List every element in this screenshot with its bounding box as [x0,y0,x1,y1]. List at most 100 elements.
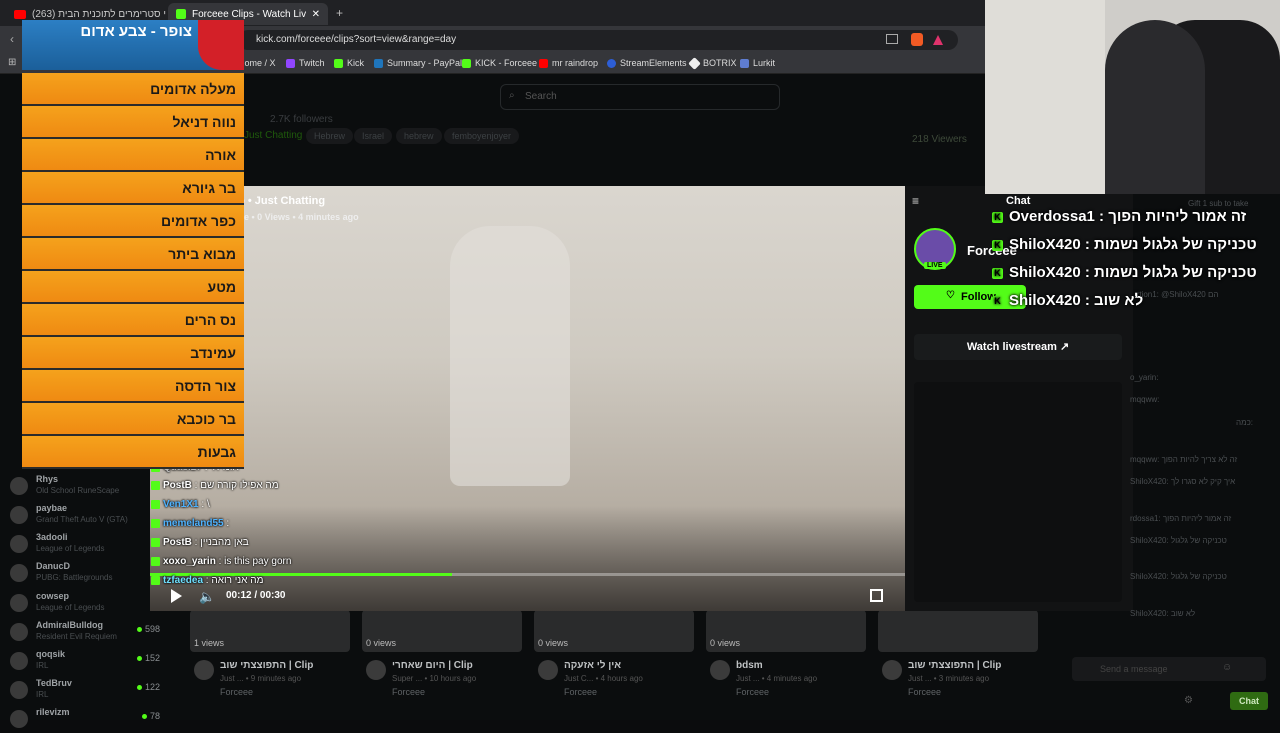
alert-city: מעלה אדומים [22,73,244,106]
share-icon[interactable] [886,34,898,44]
clip-card[interactable]: 1 views התפוצצתי שוב | Clip Just ... • 9 m… [190,610,350,715]
followers-count: 2.7K followers [270,114,333,125]
bookmark-mr-raindrop[interactable]: mr raindrop [539,58,598,68]
side-chat-line: mqqww: זה לא צריך להיות הפוך [1130,455,1238,464]
viewer-count: 218 Viewers [912,134,967,145]
alert-city: בר כוכבא [22,403,244,436]
alert-header: צופר - צבע אדום [22,20,244,70]
settings-gear-icon[interactable]: ⚙ [1184,695,1193,706]
chat-label: Chat [1006,195,1031,207]
player-chat-line: PostB : באן מהבניין [151,537,249,548]
alert-city: צור הדסה [22,370,244,403]
avatar [10,681,28,699]
alert-city: אורה [22,139,244,172]
alert-title: צופר - צבע אדום [80,23,192,40]
tag[interactable]: hebrew [396,128,442,144]
tag[interactable]: Israel [354,128,393,144]
clip-card[interactable]: 0 views bdsm Just ... • 4 minutes ago Force… [706,610,866,715]
player-chat-line: memeland55 : [151,518,229,529]
side-chat-line: ShiloX420: טכניקה של גלגול [1130,536,1227,545]
time-display: 00:12 / 00:30 [226,590,286,601]
avatar [10,652,28,670]
chat-message-input[interactable]: Send a message [1072,657,1266,681]
side-chat-line: כמה: [1236,418,1253,427]
followed-channel[interactable]: cowsep League of Legends [10,591,170,617]
player-chat-line: Ven1X1 : \ [151,499,210,510]
new-tab-button[interactable]: + [336,6,343,20]
alert-city: מבוא ביתר [22,238,244,271]
clip-description-area [914,382,1122,602]
kick-badge-icon: K [992,295,1003,307]
avatar [10,564,28,582]
play-icon[interactable] [171,589,182,603]
avatar [10,623,28,641]
alert-city: מטע [22,271,244,304]
back-arrow-icon[interactable]: ‹ [10,32,14,46]
bookmark-paypal[interactable]: Summary - PayPal [374,58,462,68]
followed-channel[interactable]: TedBruv IRL 122 [10,678,170,704]
followed-channel[interactable]: AdmiralBulldog Resident Evil Requiem 598 [10,620,170,646]
alert-city: גבעות [22,436,244,469]
avatar [10,594,28,612]
youtube-icon [14,9,26,19]
bookmark-streamelements[interactable]: StreamElements [607,58,687,68]
alert-city: נווה דניאל [22,106,244,139]
video-player[interactable] [150,186,905,611]
bookmark-twitch[interactable]: Twitch [286,58,325,68]
alert-city: בר גיורא [22,172,244,205]
kick-badge-icon [151,480,160,490]
category-link[interactable]: Just Chatting [244,130,302,141]
followed-channel[interactable]: 3adooli League of Legends [10,532,170,558]
brave-rewards-icon[interactable] [933,35,943,45]
followed-channel[interactable]: qoqsik IRL 152 [10,649,170,675]
emoji-icon[interactable]: ☺ [1222,662,1232,673]
gift-sub-prompt[interactable]: Gift 1 sub to take [1188,199,1248,208]
followed-channel[interactable]: rilevizm 78 [10,707,170,733]
alert-city: כפר אדומים [22,205,244,238]
side-chat-line: ShiloX420: איך קיק לא סגרו לך [1130,477,1236,486]
close-icon[interactable]: ✕ [312,9,320,20]
search-icon: ⌕ [509,90,515,101]
kick-icon [176,9,186,19]
clip-card[interactable]: 0 views היום שאחרי | Clip Super ... • 10 h… [362,610,522,715]
clip-card[interactable]: התפוצצתי שוב | Clip Just ... • 3 minutes … [878,610,1038,715]
avatar [194,660,214,680]
alert-city-list: מעלה אדומים נווה דניאל אורה בר גיורא כפר… [22,73,244,471]
kick-badge-icon: K [992,267,1003,279]
brave-shield-icon[interactable] [911,33,923,46]
tag[interactable]: femboyenjoyer [444,128,520,144]
side-chat-line: ShiloX420: טכניקה של גלגול [1130,572,1227,581]
webcam-overlay [985,0,1280,194]
avatar [366,660,386,680]
avatar [10,506,28,524]
tag[interactable]: Hebrew [306,128,354,144]
alert-city: עמינדב [22,337,244,370]
watch-livestream-button[interactable]: Watch livestream ↗ [914,334,1122,360]
send-chat-button[interactable]: Chat [1230,692,1268,710]
url-input[interactable]: kick.com/forceee/clips?sort=view&range=d… [238,30,958,50]
avatar [710,660,730,680]
clip-card[interactable]: 0 views אין לי אזעקה Just C... • 4 hours a… [534,610,694,715]
bookmark-kick[interactable]: Kick [334,58,364,68]
kick-badge-icon: K [992,211,1003,223]
player-chat-line: PostB : מה אפילו קורה שם [151,480,279,491]
avatar [10,477,28,495]
live-badge: LIVE [924,262,946,269]
heart-icon: ♡ [946,290,955,301]
bookmark-botrix[interactable]: BOTRIX [688,56,737,70]
kick-badge-icon [151,518,160,528]
volume-icon[interactable]: 🔈 [199,589,215,605]
clip-title: lip • Just Chatting [232,195,326,207]
bookmark-lurkit[interactable]: Lurkit [740,58,775,68]
collapse-chat-icon[interactable]: ≡ [912,194,919,208]
fullscreen-icon[interactable] [870,589,883,602]
bookmark-kick-forceee[interactable]: KICK - Forceee [462,58,537,68]
apps-grid-icon[interactable]: ⊞ [8,57,16,68]
followed-channel[interactable]: paybae Grand Theft Auto V (GTA) [10,503,170,529]
external-link-icon: ↗ [1059,341,1070,353]
search-input[interactable]: Search [500,84,780,110]
tab-label: Forceee Clips - Watch Live on Ki [192,8,306,20]
followed-channel[interactable]: DanucD PUBG: Battlegrounds [10,561,170,587]
followed-channel[interactable]: Rhys Old School RuneScape [10,474,170,500]
kick-badge-icon [151,537,160,547]
